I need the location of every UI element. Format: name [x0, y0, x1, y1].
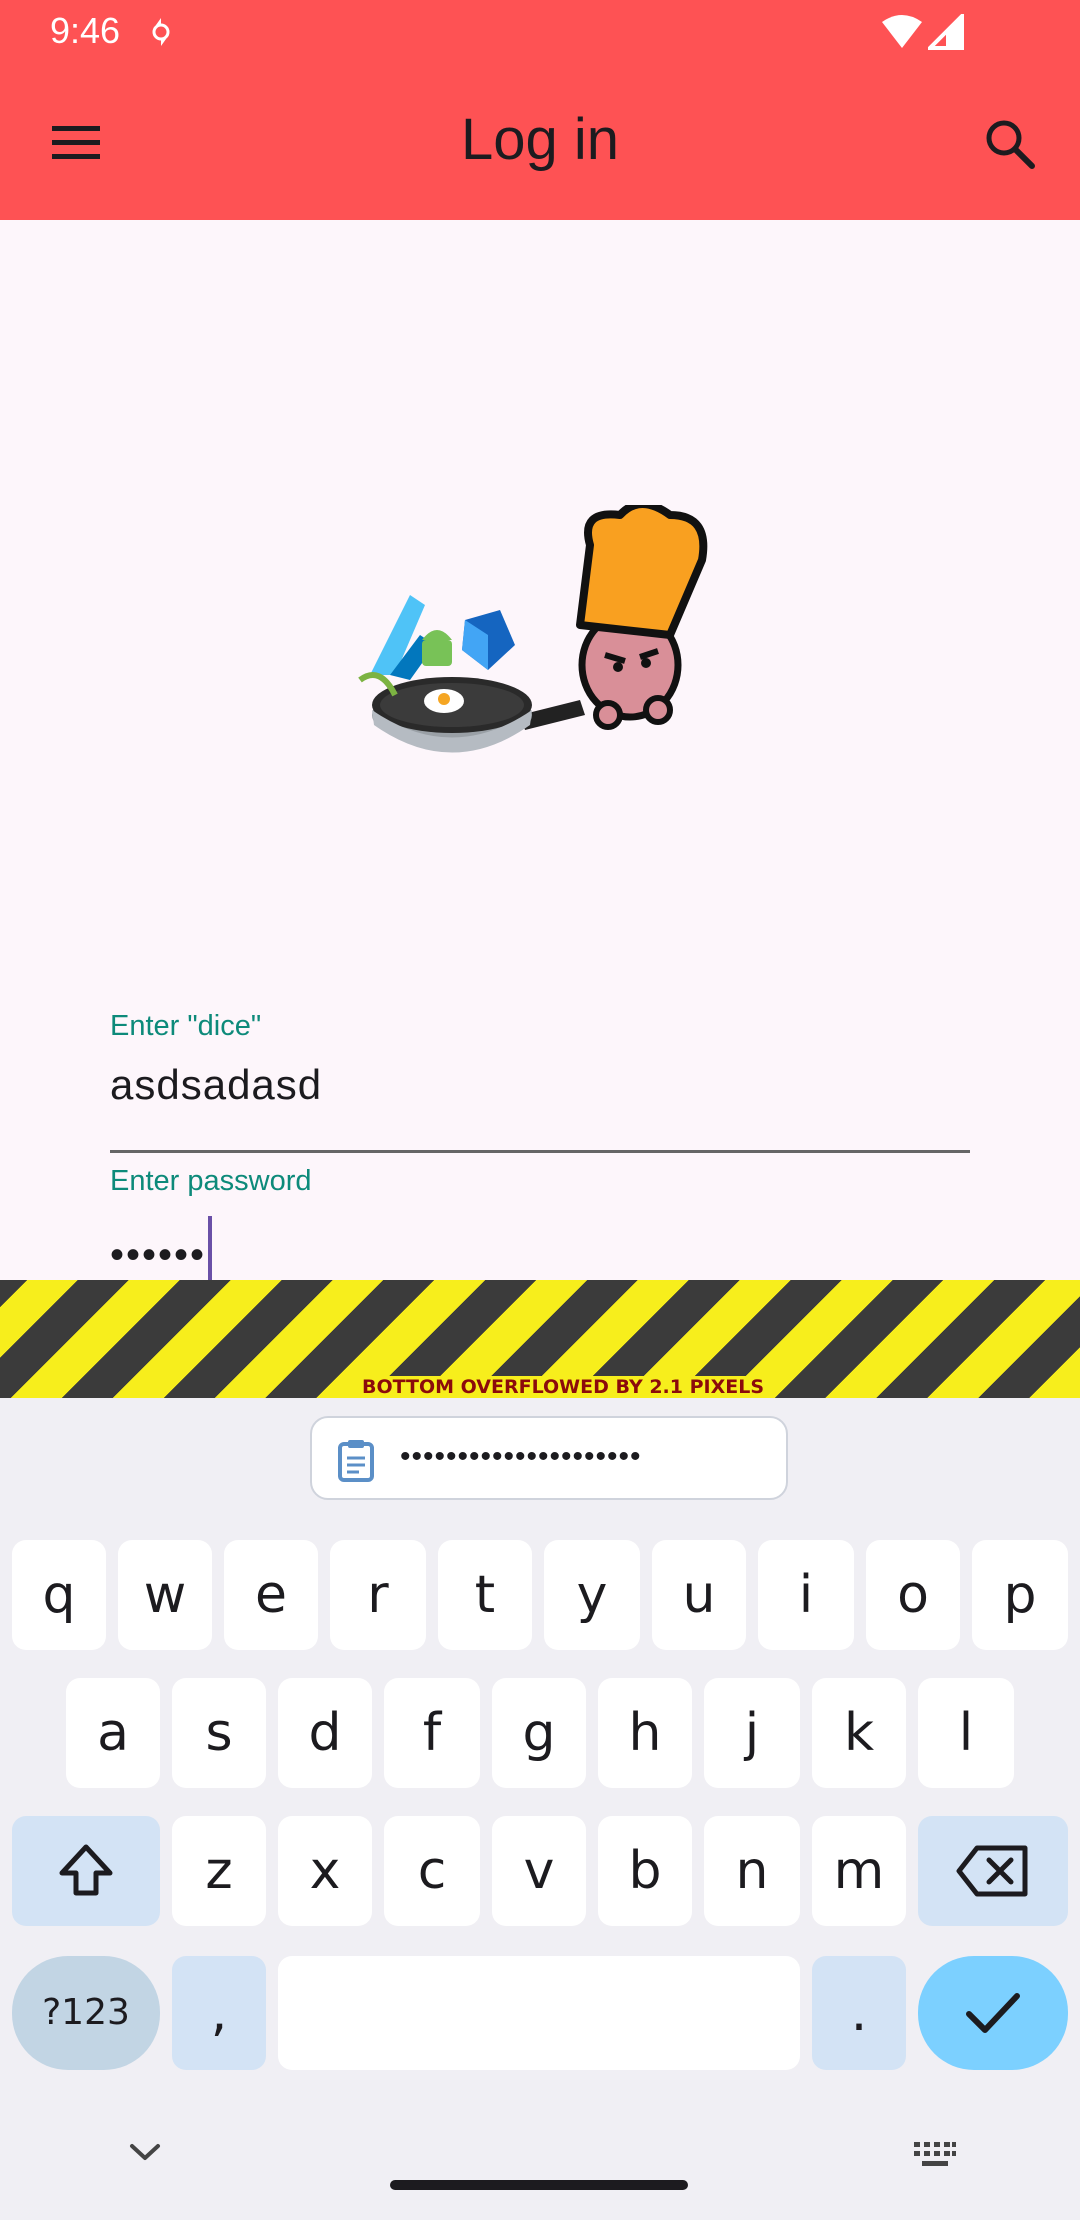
key-label: g	[522, 1703, 556, 1763]
key-label: z	[205, 1841, 233, 1901]
key-label: e	[255, 1565, 287, 1625]
period-key[interactable]: .	[812, 1956, 906, 2070]
key-m[interactable]: m	[812, 1816, 906, 1926]
key-i[interactable]: i	[758, 1540, 854, 1650]
key-v[interactable]: v	[492, 1816, 586, 1926]
key-label: s	[205, 1703, 233, 1763]
text-caret	[208, 1216, 213, 1282]
chef-logo-illustration	[358, 505, 708, 753]
soft-keyboard: •••••••••••••••••••••	[0, 1398, 1080, 2220]
password-input[interactable]: ••••••	[110, 1233, 206, 1277]
key-t[interactable]: t	[438, 1540, 532, 1650]
username-input[interactable]: asdsadasd	[110, 1061, 970, 1109]
key-label: u	[682, 1565, 716, 1625]
hide-keyboard-icon[interactable]	[128, 2140, 162, 2164]
login-content: Enter "dice" asdsadasd Enter password ••…	[0, 220, 1080, 1318]
key-j[interactable]: j	[704, 1678, 800, 1788]
key-c[interactable]: c	[384, 1816, 480, 1926]
comma-key[interactable]: ,	[172, 1956, 266, 2070]
overflow-warning-stripe: BOTTOM OVERFLOWED BY 2.1 PIXELS	[0, 1280, 1080, 1398]
key-label: w	[143, 1565, 187, 1625]
overflow-message: BOTTOM OVERFLOWED BY 2.1 PIXELS	[360, 1376, 767, 1398]
key-n[interactable]: n	[704, 1816, 800, 1926]
wifi-icon	[882, 15, 922, 48]
key-label: a	[97, 1703, 129, 1763]
password-input-wrap[interactable]: ••••••	[110, 1216, 970, 1282]
username-field[interactable]: Enter "dice" asdsadasd	[110, 1010, 970, 1153]
key-label: l	[958, 1703, 974, 1763]
key-o[interactable]: o	[866, 1540, 960, 1650]
key-label: f	[422, 1703, 442, 1763]
key-e[interactable]: e	[224, 1540, 318, 1650]
search-icon[interactable]	[980, 114, 1040, 174]
page-title: Log in	[460, 107, 620, 172]
clipboard-suggestion-chip[interactable]: •••••••••••••••••••••	[310, 1416, 788, 1500]
key-z[interactable]: z	[172, 1816, 266, 1926]
key-g[interactable]: g	[492, 1678, 586, 1788]
key-label: x	[309, 1841, 341, 1901]
status-bar: 9:46	[0, 0, 1080, 66]
key-label: q	[42, 1565, 76, 1625]
key-label: v	[523, 1841, 555, 1901]
username-label: Enter "dice"	[110, 1010, 262, 1042]
app-bar: Log in	[0, 66, 1080, 220]
key-label: .	[850, 1983, 868, 2043]
key-label: ,	[210, 1983, 228, 2043]
key-label: b	[628, 1841, 662, 1901]
key-a[interactable]: a	[66, 1678, 160, 1788]
clipboard-icon	[338, 1440, 374, 1482]
key-label: o	[897, 1565, 929, 1625]
key-label: k	[843, 1703, 875, 1763]
key-label: c	[417, 1841, 447, 1901]
signal-icon	[928, 14, 964, 50]
key-f[interactable]: f	[384, 1678, 480, 1788]
status-time: 9:46	[50, 10, 121, 51]
gesture-navigation-handle[interactable]	[390, 2180, 688, 2190]
key-label: y	[576, 1565, 608, 1625]
key-label: n	[735, 1841, 769, 1901]
key-s[interactable]: s	[172, 1678, 266, 1788]
space-key[interactable]	[278, 1956, 800, 2070]
clipboard-preview-text: •••••••••••••••••••••	[400, 1440, 642, 1473]
symbols-key[interactable]: ?123	[12, 1956, 160, 2070]
key-r[interactable]: r	[330, 1540, 426, 1650]
key-label: ?123	[42, 1992, 130, 2033]
key-q[interactable]: q	[12, 1540, 106, 1650]
key-label: i	[798, 1565, 814, 1625]
key-x[interactable]: x	[278, 1816, 372, 1926]
key-u[interactable]: u	[652, 1540, 746, 1650]
key-w[interactable]: w	[118, 1540, 212, 1650]
key-label: h	[628, 1703, 662, 1763]
checkmark-icon	[966, 1993, 1020, 2033]
key-p[interactable]: p	[972, 1540, 1068, 1650]
backspace-key[interactable]	[918, 1816, 1068, 1926]
shift-icon	[59, 1844, 113, 1896]
do-not-disturb-icon	[152, 18, 170, 46]
key-b[interactable]: b	[598, 1816, 692, 1926]
key-label: t	[474, 1565, 496, 1625]
key-y[interactable]: y	[544, 1540, 640, 1650]
keyboard-switch-icon[interactable]	[912, 2140, 958, 2174]
password-label: Enter password	[110, 1165, 312, 1197]
backspace-icon	[956, 1845, 1028, 1897]
key-h[interactable]: h	[598, 1678, 692, 1788]
key-label: p	[1003, 1565, 1037, 1625]
shift-key[interactable]	[12, 1816, 160, 1926]
key-label: r	[367, 1565, 389, 1625]
key-label: d	[308, 1703, 342, 1763]
key-k[interactable]: k	[812, 1678, 906, 1788]
key-label: m	[833, 1841, 885, 1901]
key-d[interactable]: d	[278, 1678, 372, 1788]
key-l[interactable]: l	[918, 1678, 1014, 1788]
enter-key[interactable]	[918, 1956, 1068, 2070]
key-label: j	[744, 1703, 760, 1763]
